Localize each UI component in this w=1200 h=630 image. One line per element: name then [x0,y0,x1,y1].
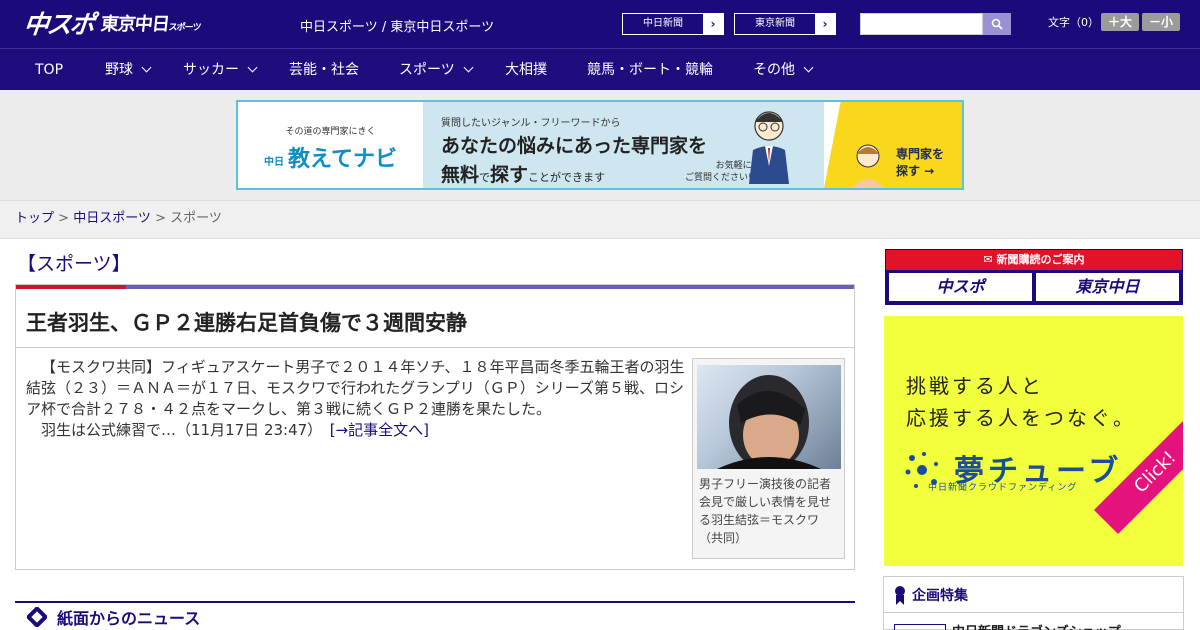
photo-caption: 男子フリー演技後の記者会見で厳しい表情を見せる羽生結弦＝モスクワ（共同） [699,477,832,545]
article-photo-box: 男子フリー演技後の記者会見で厳しい表情を見せる羽生結弦＝モスクワ（共同） [692,358,845,559]
site-header: 中スポ 東京中日スポーツ 中日スポーツ / 東京中日スポーツ 中日新聞 › 東京… [0,0,1200,48]
article-body: 【モスクワ共同】フィギュアスケート男子で２０１４年ソチ、１８年平昌両冬季五輪王者… [26,358,685,439]
chevron-down-icon [463,62,474,73]
nav-item-racing[interactable]: 競馬・ボート・競輪 [587,49,713,91]
banner-copy: 質問したいジャンル・フリーワードから あなたの悩みにあった専門家を 無料で探すこ… [423,102,824,188]
article-headline[interactable]: 王者羽生、ＧＰ２連勝右足首負傷で３週間安静 [26,307,467,337]
yume-tube-ad[interactable]: 挑戦する人と 応援する人をつなぐ。 夢チューブ 中日新聞クラウドファンディング C… [884,316,1183,566]
expert-illustration-icon [749,111,789,184]
site-search [860,13,1011,35]
nav-item-other[interactable]: その他 [753,49,814,91]
font-size-label: 文字（0） [1048,16,1099,29]
oshiete-navi-banner[interactable]: その道の専門家にきく 中日 教えてナビ 質問したいジャンル・フリーワードから あな… [236,100,964,190]
ticket-icon: ✉ [983,253,997,266]
breadcrumb: トップ > 中日スポーツ > スポーツ [0,201,1200,239]
chevron-down-icon [247,62,258,73]
special-features-box: 企画特集 中日新聞ドラゴンズショップ [883,576,1184,630]
breadcrumb-chunichi[interactable]: 中日スポーツ [73,211,151,226]
subscribe-chuspo-button[interactable]: 中スポ [889,273,1032,301]
print-news-title: 紙面からのニュース [57,608,201,628]
tokyo-shimbun-link[interactable]: 東京新聞 › [734,13,836,35]
chevron-down-icon [803,62,814,73]
nav-item-baseball[interactable]: 野球 [105,49,152,91]
chunichi-shimbun-link[interactable]: 中日新聞 › [622,13,724,35]
main-nav: TOP 野球 サッカー 芸能・社会 スポーツ 大相撲 競馬・ボート・競輪 その他 [0,48,1200,90]
skater-photo-icon [717,375,821,469]
section-title: 【スポーツ】 [17,253,131,275]
subscribe-tokyo-chunichi-button[interactable]: 東京中日 [1036,273,1179,301]
breadcrumb-top[interactable]: トップ [15,211,54,226]
question-person-icon [852,144,884,188]
read-more-link[interactable]: [→記事全文へ] [330,421,429,439]
print-news-section: 紙面からのニュース [15,601,855,630]
nav-item-sports[interactable]: スポーツ [399,49,474,91]
newspaper-icon [27,606,47,627]
ad-band: その道の専門家にきく 中日 教えてナビ 質問したいジャンル・フリーワードから あな… [0,90,1200,201]
divider [16,347,854,348]
search-input[interactable] [860,13,983,35]
nav-item-top[interactable]: TOP [35,49,63,91]
breadcrumb-current: スポーツ [170,211,222,226]
search-button[interactable] [983,13,1011,35]
font-smaller-button[interactable]: －小 [1142,13,1180,31]
banner-cta[interactable]: 専門家を 探す → [824,102,962,188]
feature-item[interactable]: 中日新聞ドラゴンズショップ [894,621,1121,630]
article-top-bar [16,285,854,289]
logo-chuspo: 中スポ [22,10,95,39]
nav-item-soccer[interactable]: サッカー [183,49,258,91]
article-photo[interactable] [697,365,841,469]
font-larger-button[interactable]: ＋大 [1101,13,1139,31]
nav-item-sumo[interactable]: 大相撲 [505,49,547,91]
header-tagline: 中日スポーツ / 東京中日スポーツ [300,20,495,35]
logo-tokyo-chunichi: 東京中日スポーツ [99,14,201,35]
subscription-box[interactable]: ✉ 新聞購読のご案内 中スポ 東京中日 [885,249,1183,305]
ribbon-icon [895,585,905,605]
search-icon [991,18,1003,30]
banner-brand: その道の専門家にきく 中日 教えてナビ [264,127,397,172]
feature-thumb [894,623,946,630]
chevron-right-icon: › [815,14,835,34]
chevron-down-icon [141,62,152,73]
article-card: 王者羽生、ＧＰ２連勝右足首負傷で３週間安静 【モスクワ共同】フィギュアスケート男… [15,284,855,570]
chevron-right-icon: › [703,14,723,34]
nav-item-entertainment[interactable]: 芸能・社会 [289,49,359,91]
site-logo[interactable]: 中スポ 東京中日スポーツ [22,6,201,40]
